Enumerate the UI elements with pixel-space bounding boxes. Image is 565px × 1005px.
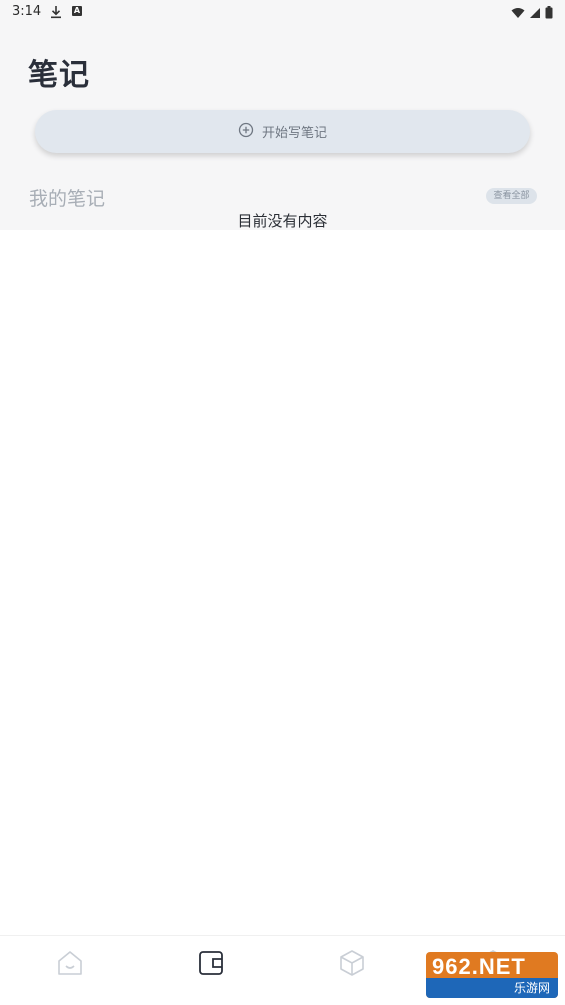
top-area: 3:14 A 笔记 开始写笔记 我的笔记 查看全部 目前没有内容 [0, 0, 565, 230]
status-time: 3:14 [12, 4, 42, 19]
nav-home[interactable] [53, 948, 87, 982]
notebook-icon [196, 948, 226, 982]
home-icon [55, 948, 85, 982]
cube-icon [337, 948, 367, 982]
start-note-label: 开始写笔记 [261, 126, 327, 141]
plus-circle-icon [238, 122, 254, 142]
status-bar: 3:14 A [0, 0, 565, 24]
download-icon [50, 4, 62, 23]
signal-icon [529, 4, 541, 23]
empty-state-text: 目前没有内容 [237, 212, 328, 230]
watermark-bottom-text: 乐游网 [426, 978, 558, 998]
battery-icon [545, 4, 553, 23]
start-note-button[interactable]: 开始写笔记 [35, 110, 530, 153]
app-notification-icon: A [72, 6, 82, 16]
watermark-logo: 962.NET 乐游网 [426, 952, 558, 998]
page-title: 笔记 [28, 58, 90, 93]
nav-notebook[interactable] [194, 948, 228, 982]
nav-cube[interactable] [335, 948, 369, 982]
wifi-icon [511, 4, 525, 23]
view-all-button[interactable]: 查看全部 [486, 188, 537, 204]
my-notes-title: 我的笔记 [29, 188, 106, 210]
watermark-top-text: 962.NET [432, 954, 526, 979]
status-icons [511, 4, 553, 23]
